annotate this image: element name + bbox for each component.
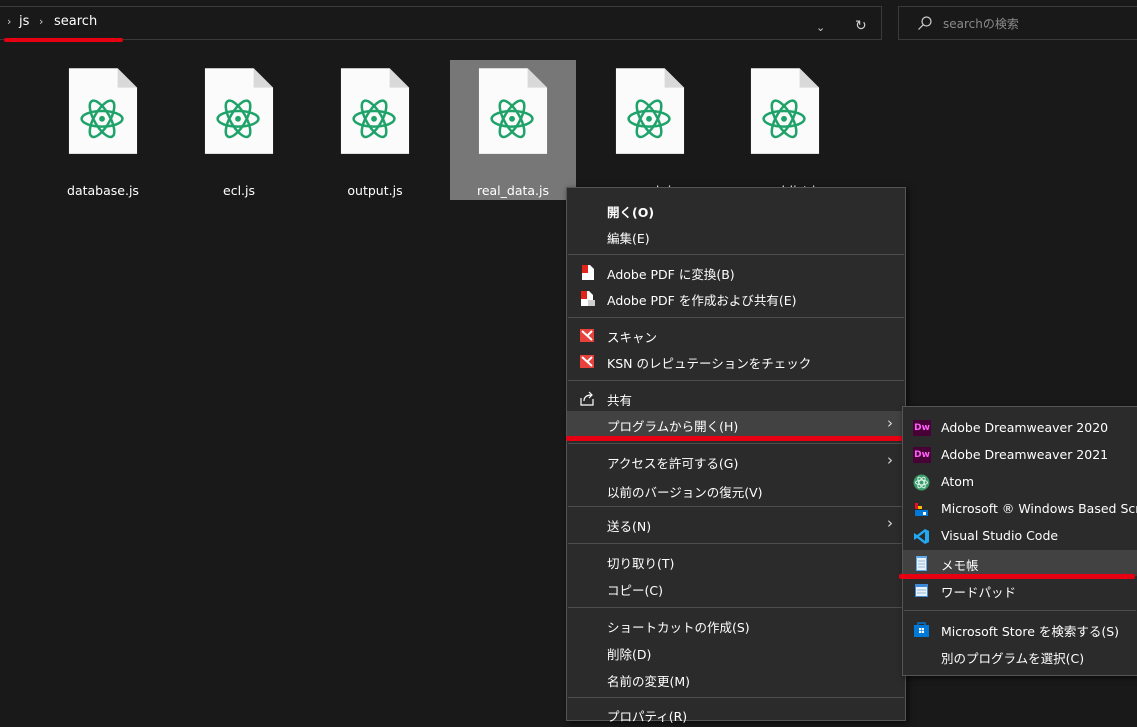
dreamweaver-icon: Dw [913,447,931,464]
menu-separator [904,610,1136,611]
context-menu: 開く(O) 編集(E) Adobe PDF に変換(B) Adobe PDF を… [566,187,906,724]
menu-item-create-share-pdf[interactable]: Adobe PDF を作成および共有(E) [567,285,905,311]
submenu-item-choose-another-app[interactable]: 別のプログラムを選択(C) [903,643,1137,669]
file-item[interactable]: ecl.js [176,60,302,200]
menu-item-properties[interactable]: プロパティ(R) [567,701,905,727]
share-icon [580,391,594,406]
kaspersky-icon [580,355,594,368]
menu-item-restore-versions[interactable]: 以前のバージョンの復元(V) [567,477,905,503]
menu-item-scan[interactable]: スキャン [567,322,905,348]
annotation-underline [566,436,903,441]
menu-item-create-shortcut[interactable]: ショートカットの作成(S) [567,612,905,638]
annotation-underline [4,38,123,42]
script-host-icon [915,503,928,516]
open-with-submenu: Dw Adobe Dreamweaver 2020 Dw Adobe Dream… [902,406,1137,676]
file-item[interactable]: output.js [312,60,438,200]
menu-item-send-to[interactable]: 送る(N) › [567,511,905,537]
chevron-right-icon: › [887,414,893,432]
chevron-down-icon[interactable]: ⌄ [816,21,825,34]
submenu-item-vscode[interactable]: Visual Studio Code [903,523,1137,549]
menu-separator [568,443,904,444]
breadcrumb-search[interactable]: search [54,14,97,29]
address-path-field[interactable]: › js › search ⌄ ↻ [0,6,882,40]
file-name: real_data.js [476,183,550,198]
menu-item-delete[interactable]: 削除(D) [567,639,905,665]
menu-item-edit[interactable]: 編集(E) [567,223,905,249]
file-name: output.js [347,183,403,198]
menu-separator [568,380,904,381]
dreamweaver-icon: Dw [913,420,931,437]
file-name: ecl.js [223,183,255,198]
menu-item-open-with[interactable]: プログラムから開く(H) › [567,411,905,437]
vscode-icon [914,529,929,544]
menu-separator [568,317,904,318]
search-placeholder: searchの検索 [943,17,1019,31]
atom-file-icon [477,67,549,156]
submenu-item-notepad[interactable]: メモ帳 [903,550,1137,576]
atom-file-icon [614,67,686,156]
address-bar: › js › search ⌄ ↻ searchの検索 [0,0,1137,44]
chevron-right-icon[interactable]: › [39,15,43,28]
menu-separator [568,254,904,255]
menu-separator [568,607,904,608]
menu-item-share[interactable]: 共有 [567,385,905,411]
menu-separator [568,506,904,507]
refresh-icon[interactable]: ↻ [855,18,867,34]
atom-file-icon [339,67,411,156]
file-item[interactable]: search.js [587,60,713,200]
adobe-pdf-share-icon [581,291,595,306]
annotation-underline [899,574,1135,579]
kaspersky-icon [580,329,594,342]
adobe-pdf-icon [582,265,594,280]
wordpad-icon [915,584,928,597]
notepad-icon [916,556,927,571]
submenu-item-wordpad[interactable]: ワードパッド [903,577,1137,603]
menu-item-rename[interactable]: 名前の変更(M) [567,666,905,692]
breadcrumb-js[interactable]: js [19,14,29,29]
file-name: database.js [67,183,139,198]
submenu-item-dreamweaver-2021[interactable]: Dw Adobe Dreamweaver 2021 [903,442,1137,468]
atom-file-icon [67,67,139,156]
menu-item-copy[interactable]: コピー(C) [567,575,905,601]
file-item[interactable]: searchlist.js [722,60,848,200]
menu-item-convert-pdf[interactable]: Adobe PDF に変換(B) [567,259,905,285]
submenu-item-microsoft-store[interactable]: Microsoft Store を検索する(S) [903,616,1137,642]
menu-item-cut[interactable]: 切り取り(T) [567,548,905,574]
atom-file-icon [203,67,275,156]
chevron-right-icon: › [887,514,893,532]
submenu-item-dreamweaver-2020[interactable]: Dw Adobe Dreamweaver 2020 [903,415,1137,441]
chevron-right-icon: › [887,451,893,469]
file-item-selected[interactable]: real_data.js [450,60,576,200]
menu-item-give-access[interactable]: アクセスを許可する(G) › [567,448,905,474]
search-icon [918,16,932,30]
atom-file-icon [749,67,821,156]
chevron-right-icon[interactable]: › [7,15,11,28]
search-input[interactable]: searchの検索 [898,6,1137,40]
menu-separator [568,697,904,698]
microsoft-store-icon [914,622,929,637]
menu-separator [568,543,904,544]
file-item[interactable]: database.js [40,60,166,200]
submenu-item-script-host[interactable]: Microsoft ® Windows Based Script Host [903,496,1137,522]
menu-item-open[interactable]: 開く(O) [567,197,905,223]
submenu-item-atom[interactable]: Atom [903,469,1137,495]
menu-item-ksn-check[interactable]: KSN のレピュテーションをチェック [567,348,905,374]
atom-icon [913,474,930,491]
